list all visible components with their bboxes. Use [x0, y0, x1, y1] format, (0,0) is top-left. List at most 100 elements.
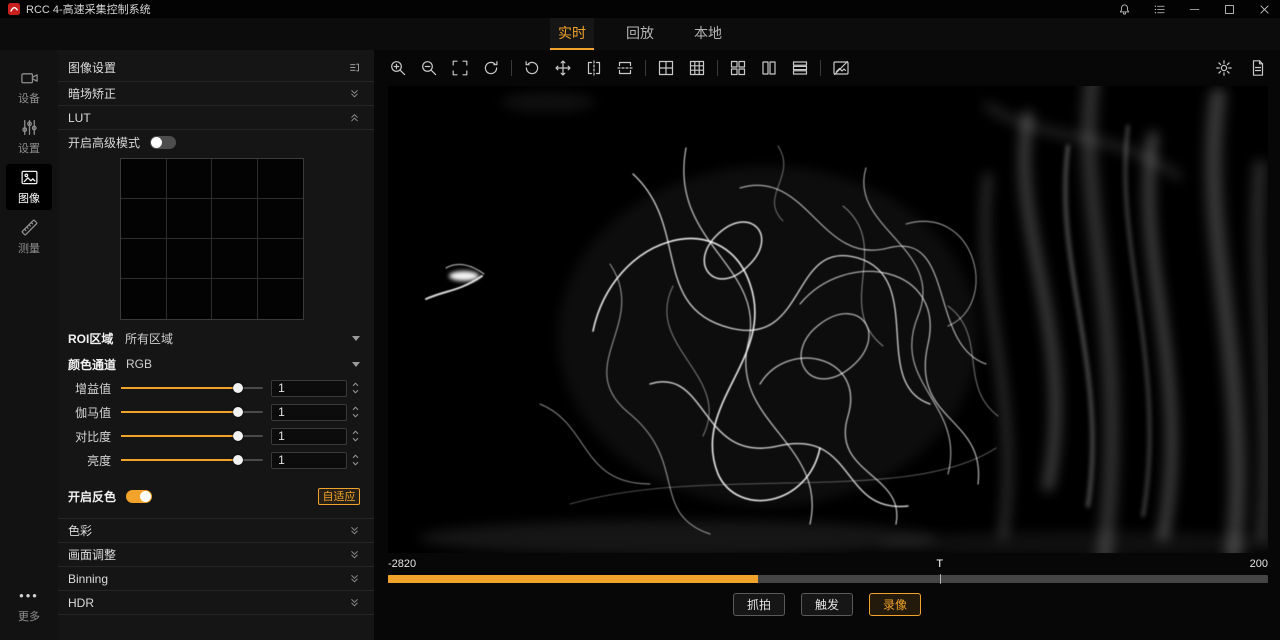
tab-playback[interactable]: 回放 — [618, 18, 662, 50]
gamma-slider[interactable] — [121, 406, 263, 418]
timeline-progress-fill — [388, 575, 758, 583]
grid-3x3-icon[interactable] — [687, 58, 707, 78]
brightness-slider[interactable] — [121, 454, 263, 466]
rotate-view-icon[interactable] — [522, 58, 542, 78]
stepper-down-icon[interactable] — [351, 461, 360, 466]
slider-fill — [121, 387, 237, 389]
slider-thumb[interactable] — [233, 407, 243, 417]
lut-curve-grid[interactable] — [120, 158, 304, 320]
zoom-out-icon[interactable] — [419, 58, 439, 78]
section-picture-adjust[interactable]: 画面调整 — [58, 543, 374, 567]
gain-slider-row: 增益值 1 — [58, 376, 374, 400]
invert-row: 开启反色 自适应 — [58, 482, 374, 510]
grid-2x2-icon[interactable] — [656, 58, 676, 78]
contrast-value-input[interactable]: 1 — [271, 428, 347, 445]
stepper-down-icon[interactable] — [351, 413, 360, 418]
adaptive-button[interactable]: 自适应 — [318, 488, 360, 505]
app-logo-icon — [8, 3, 20, 15]
trigger-button[interactable]: 触发 — [801, 593, 853, 616]
tab-live-label: 实时 — [558, 23, 586, 43]
stepper-down-icon[interactable] — [351, 437, 360, 442]
brightness-stepper[interactable] — [351, 454, 360, 466]
slider-fill — [121, 459, 237, 461]
sidebar-item-image[interactable]: 图像 — [6, 164, 52, 210]
lut-grid-cell — [167, 159, 213, 199]
sidebar-item-measure[interactable]: 测量 — [6, 214, 52, 260]
slider-thumb[interactable] — [233, 455, 243, 465]
chevron-double-down-icon — [349, 549, 360, 560]
maximize-button[interactable] — [1222, 2, 1237, 17]
brightness-value-input[interactable]: 1 — [271, 452, 347, 469]
snapshot-button[interactable]: 抓拍 — [733, 593, 785, 616]
stepper-down-icon[interactable] — [351, 389, 360, 394]
section-lut[interactable]: LUT — [58, 106, 374, 130]
ruler-icon — [20, 218, 39, 237]
viewer-area: -2820 T 200 抓拍 触发 录像 — [374, 50, 1280, 640]
contrast-slider[interactable] — [121, 430, 263, 442]
toolbar-separator — [820, 60, 821, 76]
record-button[interactable]: 录像 — [869, 593, 921, 616]
stepper-up-icon[interactable] — [351, 406, 360, 411]
flip-horizontal-icon[interactable] — [584, 58, 604, 78]
invert-toggle[interactable] — [126, 490, 152, 503]
timeline-progress-bar[interactable] — [388, 575, 1268, 583]
section-hdr[interactable]: HDR — [58, 591, 374, 615]
gain-slider[interactable] — [121, 382, 263, 394]
menu-list-icon[interactable] — [1152, 2, 1167, 17]
roi-label: ROI区域 — [68, 330, 115, 347]
close-button[interactable] — [1257, 2, 1272, 17]
tab-live[interactable]: 实时 — [550, 18, 594, 50]
slider-thumb[interactable] — [233, 383, 243, 393]
row-view-icon[interactable] — [790, 58, 810, 78]
toggle-knob — [151, 137, 162, 148]
stepper-up-icon[interactable] — [351, 430, 360, 435]
chevron-double-down-icon — [349, 525, 360, 536]
roi-select[interactable]: ROI区域 所有区域 — [58, 326, 374, 350]
notifications-bell-icon[interactable] — [1117, 2, 1132, 17]
settings-gear-icon[interactable] — [1214, 58, 1234, 78]
roi-value: 所有区域 — [125, 330, 173, 347]
section-color[interactable]: 色彩 — [58, 519, 374, 543]
advanced-mode-label: 开启高级模式 — [68, 134, 140, 151]
chevron-down-icon — [352, 336, 360, 341]
log-file-icon[interactable] — [1248, 58, 1268, 78]
color-channel-select[interactable]: 颜色通道 RGB — [58, 352, 374, 376]
stepper-up-icon[interactable] — [351, 382, 360, 387]
chevron-double-up-icon — [349, 112, 360, 123]
panel-collapse-icon[interactable] — [349, 62, 360, 73]
sidebar-item-device[interactable]: 设备 — [6, 64, 52, 110]
dual-view-icon[interactable] — [759, 58, 779, 78]
sidebar-item-settings[interactable]: 设置 — [6, 114, 52, 160]
stepper-up-icon[interactable] — [351, 454, 360, 459]
minimize-button[interactable] — [1187, 2, 1202, 17]
lut-grid-cell — [212, 239, 258, 279]
live-image-view[interactable] — [388, 86, 1268, 553]
gain-value-input[interactable]: 1 — [271, 380, 347, 397]
contrast-stepper[interactable] — [351, 430, 360, 442]
sidebar-item-measure-label: 测量 — [18, 240, 40, 256]
gamma-value-input[interactable]: 1 — [271, 404, 347, 421]
section-binning[interactable]: Binning — [58, 567, 374, 591]
gamma-stepper[interactable] — [351, 406, 360, 418]
sidebar-item-more[interactable]: ••• 更多 — [0, 592, 58, 624]
slider-thumb[interactable] — [233, 431, 243, 441]
section-hdr-label: HDR — [68, 596, 94, 610]
light-trails-image — [388, 86, 1268, 553]
tab-local[interactable]: 本地 — [686, 18, 730, 50]
zoom-in-icon[interactable] — [388, 58, 408, 78]
section-dark-field-correction[interactable]: 暗场矫正 — [58, 82, 374, 106]
panel-header: 图像设置 — [58, 54, 374, 82]
lut-grid-cell — [121, 159, 167, 199]
sidebar-item-device-label: 设备 — [18, 90, 40, 106]
quad-view-icon[interactable] — [728, 58, 748, 78]
title-bar: RCC 4-高速采集控制系统 — [0, 0, 1280, 18]
gain-stepper[interactable] — [351, 382, 360, 394]
advanced-mode-toggle[interactable] — [150, 136, 176, 149]
flip-vertical-icon[interactable] — [615, 58, 635, 78]
hide-image-icon[interactable] — [831, 58, 851, 78]
lut-grid-cell — [121, 279, 167, 319]
fit-view-icon[interactable] — [450, 58, 470, 78]
panel-title: 图像设置 — [68, 59, 116, 76]
center-view-icon[interactable] — [553, 58, 573, 78]
reset-view-icon[interactable] — [481, 58, 501, 78]
